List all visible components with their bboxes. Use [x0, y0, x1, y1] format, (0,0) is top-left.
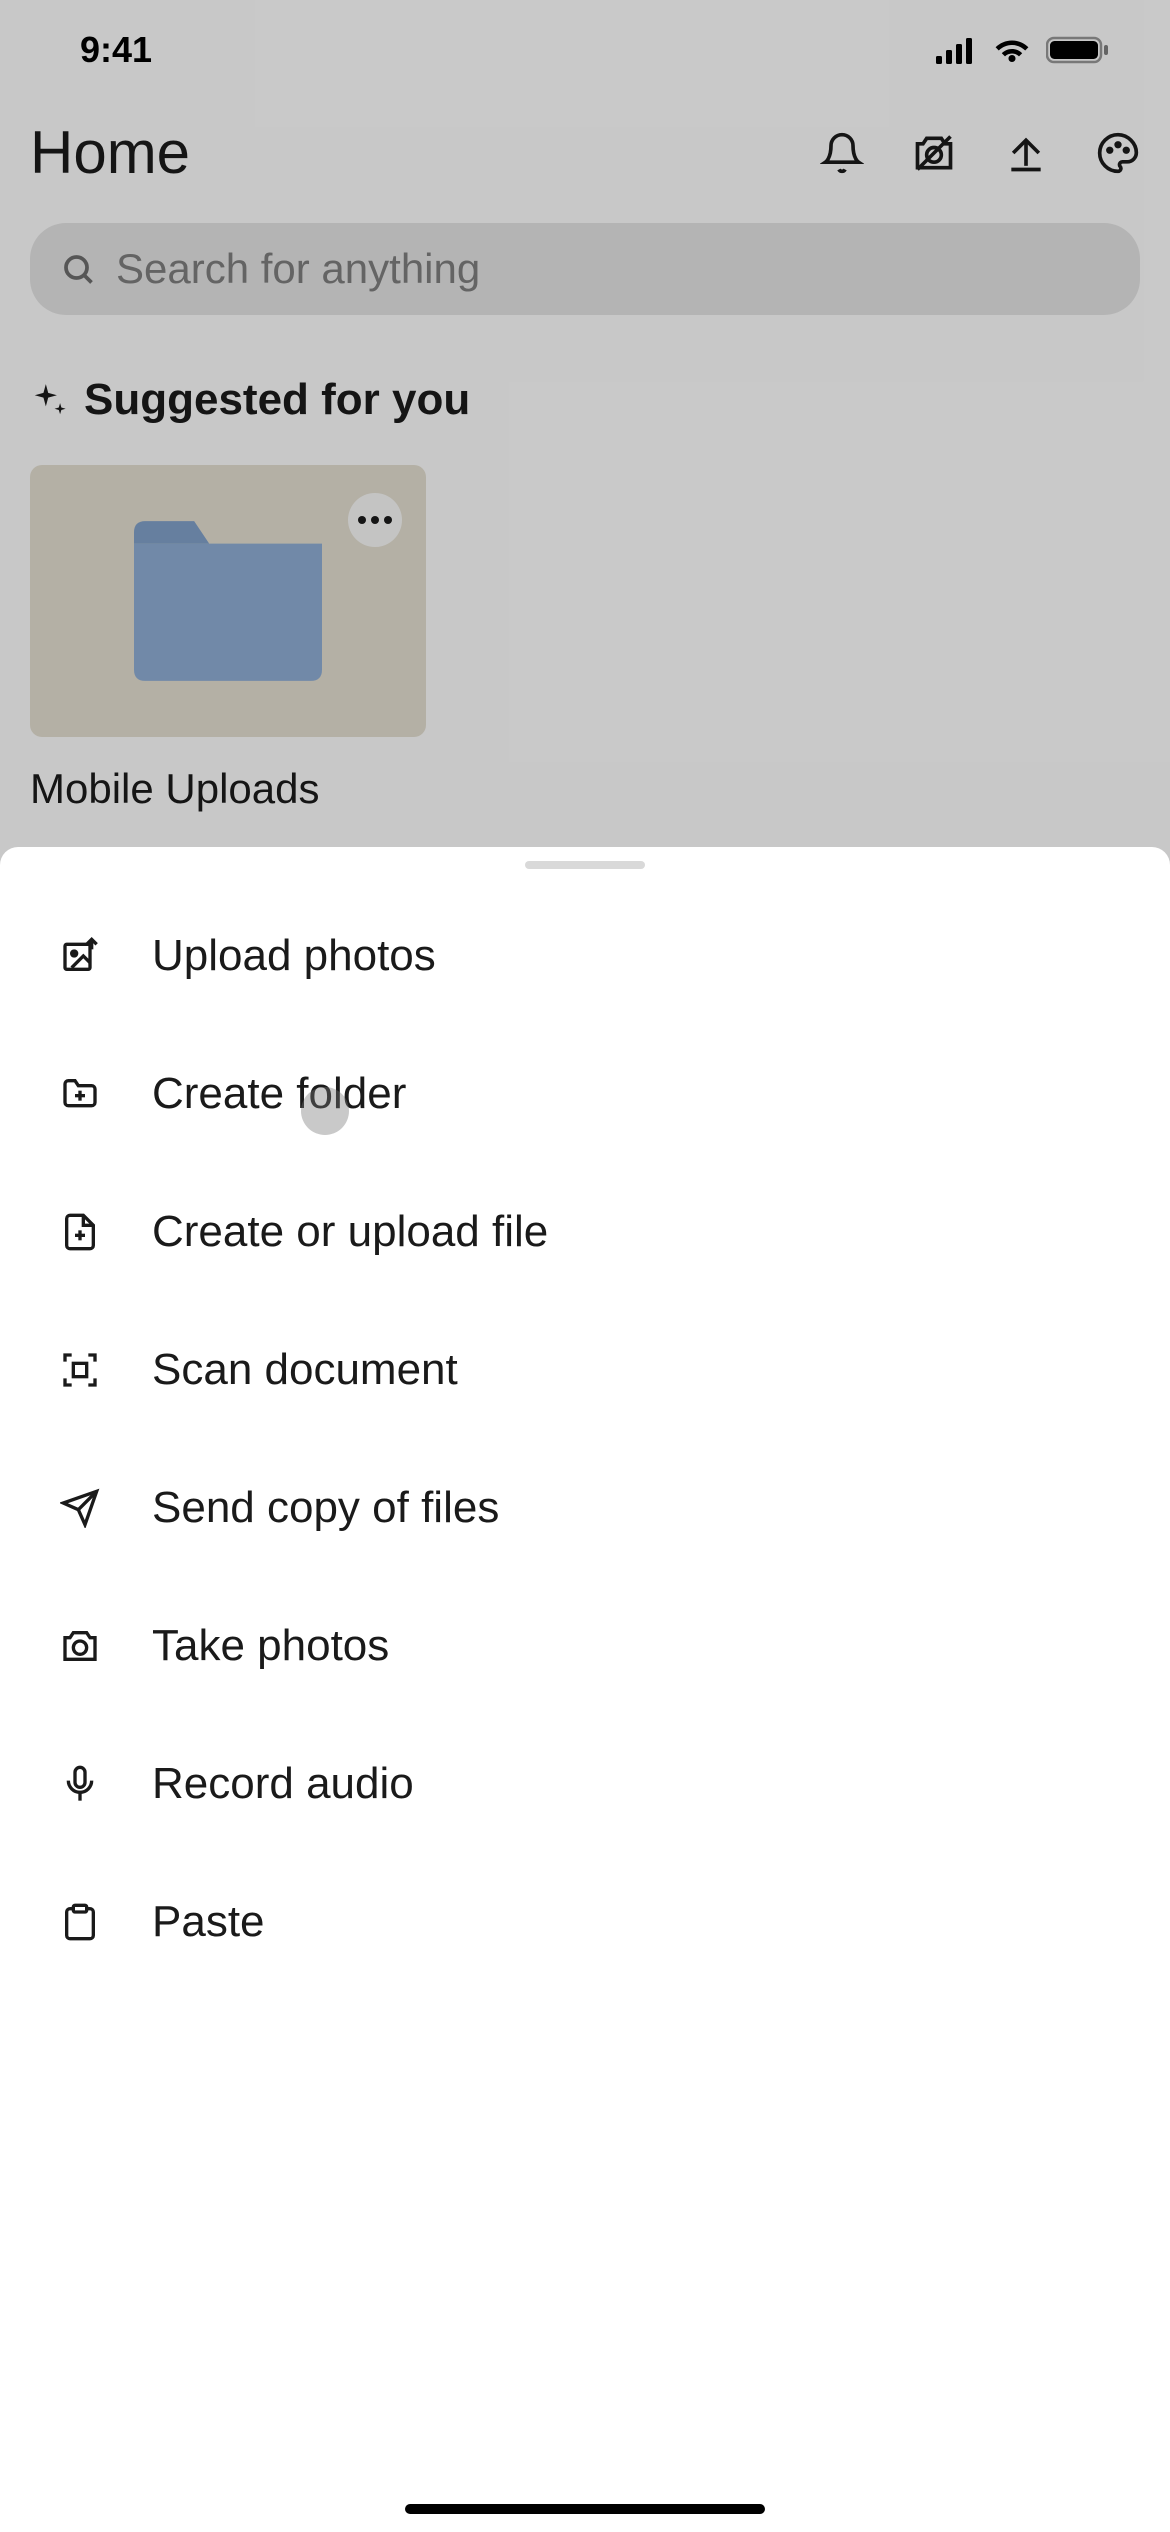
- sheet-item-label: Create or upload file: [152, 1207, 548, 1257]
- sparkle-icon: [30, 381, 68, 419]
- sheet-item-scan-document[interactable]: Scan document: [0, 1301, 1170, 1439]
- create-upload-file-icon: [60, 1212, 100, 1252]
- take-photos-icon: [60, 1626, 100, 1666]
- suggested-section: Suggested for you Mobile Uploads: [0, 345, 1170, 813]
- sheet-item-label: Paste: [152, 1897, 265, 1947]
- palette-icon[interactable]: [1096, 131, 1140, 175]
- header: Home: [0, 100, 1170, 205]
- folder-icon: [134, 521, 322, 681]
- scan-document-icon: [60, 1350, 100, 1390]
- sheet-item-upload-photos[interactable]: Upload photos: [0, 887, 1170, 1025]
- more-button[interactable]: [348, 493, 402, 547]
- create-folder-icon: [60, 1074, 100, 1114]
- sheet-item-label: Send copy of files: [152, 1483, 499, 1533]
- search-bar[interactable]: Search for anything: [30, 223, 1140, 315]
- send-copy-icon: [60, 1488, 100, 1528]
- sheet-item-label: Upload photos: [152, 931, 436, 981]
- record-audio-icon: [60, 1764, 100, 1804]
- sheet-item-label: Create folder: [152, 1069, 406, 1119]
- section-header: Suggested for you: [30, 375, 1140, 425]
- sheet-item-create-upload-file[interactable]: Create or upload file: [0, 1163, 1170, 1301]
- sheet-item-paste[interactable]: Paste: [0, 1853, 1170, 1991]
- sheet-item-label: Take photos: [152, 1621, 389, 1671]
- home-indicator[interactable]: [405, 2504, 765, 2514]
- cellular-signal-icon: [936, 36, 978, 64]
- sheet-item-take-photos[interactable]: Take photos: [0, 1577, 1170, 1715]
- sheet-handle[interactable]: [525, 861, 645, 869]
- paste-icon: [60, 1902, 100, 1942]
- sheet-item-record-audio[interactable]: Record audio: [0, 1715, 1170, 1853]
- status-bar: 9:41: [0, 0, 1170, 100]
- sheet-item-label: Scan document: [152, 1345, 458, 1395]
- bell-icon[interactable]: [820, 131, 864, 175]
- folder-card[interactable]: [30, 465, 426, 737]
- folder-label: Mobile Uploads: [30, 765, 1140, 813]
- page-title: Home: [30, 118, 190, 187]
- touch-feedback: [301, 1087, 349, 1135]
- sheet-item-create-folder[interactable]: Create folder: [0, 1025, 1170, 1163]
- upload-photos-icon: [60, 936, 100, 976]
- upload-icon[interactable]: [1004, 131, 1048, 175]
- battery-icon: [1046, 36, 1110, 64]
- section-title: Suggested for you: [84, 375, 470, 425]
- sheet-item-send-copy[interactable]: Send copy of files: [0, 1439, 1170, 1577]
- more-dots-icon: [358, 516, 392, 524]
- status-time: 9:41: [80, 29, 152, 71]
- wifi-icon: [992, 36, 1032, 64]
- header-action-icons: [820, 131, 1140, 175]
- status-icons: [936, 36, 1110, 64]
- search-placeholder: Search for anything: [116, 245, 480, 293]
- sheet-item-label: Record audio: [152, 1759, 414, 1809]
- camera-off-icon[interactable]: [912, 131, 956, 175]
- bottom-sheet: Upload photos Create folder Create or up…: [0, 847, 1170, 2532]
- search-icon: [60, 251, 96, 287]
